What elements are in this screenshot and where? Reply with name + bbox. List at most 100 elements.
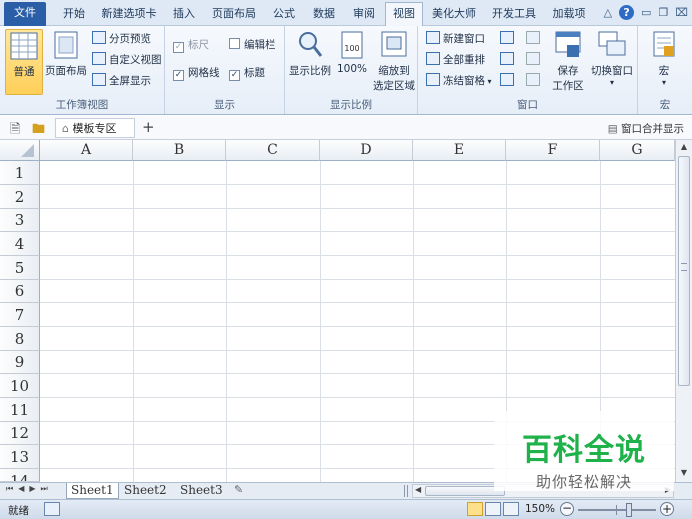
row-header-11[interactable]: 11: [0, 398, 40, 422]
row-header-4[interactable]: 4: [0, 232, 40, 256]
sheet-tab-1[interactable]: Sheet1: [66, 483, 119, 499]
row-header-13[interactable]: 13: [0, 445, 40, 469]
scroll-down-icon[interactable]: ▼: [678, 468, 690, 480]
row-header-5[interactable]: 5: [0, 256, 40, 280]
vertical-scrollbar[interactable]: ▲ ▼: [675, 140, 692, 482]
magnifier-icon: [295, 29, 325, 61]
tab-new-tab[interactable]: 新建选项卡: [98, 3, 160, 26]
sync-scroll-button[interactable]: [526, 51, 543, 69]
insert-sheet-icon[interactable]: ✎: [234, 483, 243, 496]
save-workspace-button[interactable]: 保存 工作区: [548, 29, 588, 93]
split-button[interactable]: [500, 30, 517, 48]
save-workspace-icon: [553, 29, 583, 61]
column-header-b[interactable]: B: [133, 140, 226, 161]
reset-position-button[interactable]: [526, 72, 543, 90]
vertical-scroll-thumb[interactable]: [678, 156, 690, 386]
restore-icon[interactable]: ❐: [658, 6, 668, 19]
tab-view[interactable]: 视图: [385, 2, 423, 26]
row-header-3[interactable]: 3: [0, 209, 40, 232]
new-window-button[interactable]: 新建窗口: [426, 30, 485, 48]
gridline: [40, 231, 675, 232]
tab-home[interactable]: 开始: [56, 3, 92, 26]
zoom-100-button[interactable]: 100 100%: [335, 29, 369, 75]
merge-windows-label: 窗口合并显示: [621, 123, 684, 135]
row-header-9[interactable]: 9: [0, 351, 40, 374]
macros-button[interactable]: 宏 ▾: [644, 29, 684, 87]
sheet-tab-2[interactable]: Sheet2: [120, 483, 171, 499]
tab-beautify-master[interactable]: 美化大师: [428, 3, 480, 26]
row-header-10[interactable]: 10: [0, 374, 40, 398]
macro-record-icon[interactable]: [44, 502, 60, 516]
ruler-label: 标尺: [188, 39, 209, 51]
column-header-d[interactable]: D: [320, 140, 413, 161]
merge-windows-button[interactable]: ▤ 窗口合并显示: [608, 121, 684, 136]
tab-developer[interactable]: 开发工具: [486, 3, 542, 26]
help-icon[interactable]: ?: [619, 5, 635, 20]
zoom-slider-track[interactable]: [578, 503, 656, 517]
zoom-button[interactable]: 显示比例: [287, 29, 333, 78]
row-header-8[interactable]: 8: [0, 327, 40, 351]
tab-insert[interactable]: 插入: [166, 3, 202, 26]
column-header-c[interactable]: C: [226, 140, 320, 161]
folder-icon[interactable]: 🖿: [32, 120, 45, 142]
row-header-14[interactable]: 14: [0, 469, 40, 482]
horizontal-scroll-thumb[interactable]: [425, 486, 505, 496]
zoom-level[interactable]: 150%: [525, 503, 555, 515]
normal-view-button[interactable]: 普通: [5, 29, 43, 95]
sheet-nav-arrows-icon[interactable]: ⏮◀▶⏭: [6, 484, 53, 494]
page-break-status-icon[interactable]: [503, 502, 519, 516]
normal-view-icon: [9, 30, 39, 62]
row-header-12[interactable]: 12: [0, 422, 40, 445]
zoom-out-icon[interactable]: −: [560, 502, 574, 516]
new-document-icon[interactable]: 🗎: [10, 120, 20, 142]
full-screen-button[interactable]: 全屏显示: [92, 72, 151, 90]
sheet-tab-3[interactable]: Sheet3: [176, 483, 227, 499]
scroll-left-icon[interactable]: ◀: [415, 485, 421, 494]
collapse-ribbon-icon[interactable]: △: [604, 6, 612, 19]
normal-view-status-icon[interactable]: [467, 502, 483, 516]
tab-split-handle[interactable]: [404, 485, 408, 497]
gridline: [133, 161, 134, 482]
tab-addins[interactable]: 加载项: [548, 3, 590, 26]
row-header-6[interactable]: 6: [0, 280, 40, 303]
tab-file[interactable]: 文件: [4, 2, 46, 26]
freeze-panes-button[interactable]: 冻结窗格 ▾: [426, 72, 492, 90]
watermark-title: 百科全说: [522, 433, 646, 468]
unhide-button[interactable]: [500, 72, 517, 90]
zoom-to-selection-button[interactable]: 缩放到 选定区域: [371, 29, 417, 93]
row-header-1[interactable]: 1: [0, 161, 40, 185]
column-header-a[interactable]: A: [40, 140, 133, 161]
minimize-icon[interactable]: ▭: [641, 6, 651, 19]
add-tab-button[interactable]: +: [142, 118, 155, 136]
gridline: [40, 350, 675, 351]
column-header-g[interactable]: G: [600, 140, 675, 161]
custom-views-button[interactable]: 自定义视图: [92, 51, 162, 69]
close-icon[interactable]: ⌧: [675, 6, 688, 19]
column-header-e[interactable]: E: [413, 140, 506, 161]
zoom-slider-thumb[interactable]: [626, 503, 632, 517]
view-side-by-side-button[interactable]: [526, 30, 543, 48]
column-header-f[interactable]: F: [506, 140, 600, 161]
formula-bar-checkbox[interactable]: 编辑栏: [229, 36, 276, 54]
switch-windows-button[interactable]: 切换窗口 ▾: [588, 29, 636, 87]
page-layout-view-button[interactable]: 页面布局: [45, 29, 87, 78]
page-layout-status-icon[interactable]: [485, 502, 501, 516]
headings-checkbox[interactable]: ✓ 标题: [229, 64, 265, 82]
tab-template-area[interactable]: ⌂ 模板专区: [55, 118, 135, 138]
gridlines-checkbox[interactable]: ✓ 网格线: [173, 64, 220, 82]
group-macros: 宏 ▾ 宏: [638, 26, 692, 114]
zoom-in-icon[interactable]: +: [660, 502, 674, 516]
arrange-all-button[interactable]: 全部重排: [426, 51, 485, 69]
hide-button[interactable]: [500, 51, 517, 69]
ruler-checkbox[interactable]: ✓ 标尺: [173, 36, 209, 54]
row-header-7[interactable]: 7: [0, 303, 40, 327]
tab-formulas[interactable]: 公式: [266, 3, 302, 26]
zoom-label: 显示比例: [289, 65, 331, 77]
tab-data[interactable]: 数据: [306, 3, 342, 26]
select-all-corner[interactable]: [0, 140, 40, 161]
page-break-preview-button[interactable]: 分页预览: [92, 30, 151, 48]
tab-review[interactable]: 审阅: [346, 3, 382, 26]
row-header-2[interactable]: 2: [0, 185, 40, 209]
tab-page-layout[interactable]: 页面布局: [208, 3, 260, 26]
scroll-up-icon[interactable]: ▲: [678, 142, 690, 154]
